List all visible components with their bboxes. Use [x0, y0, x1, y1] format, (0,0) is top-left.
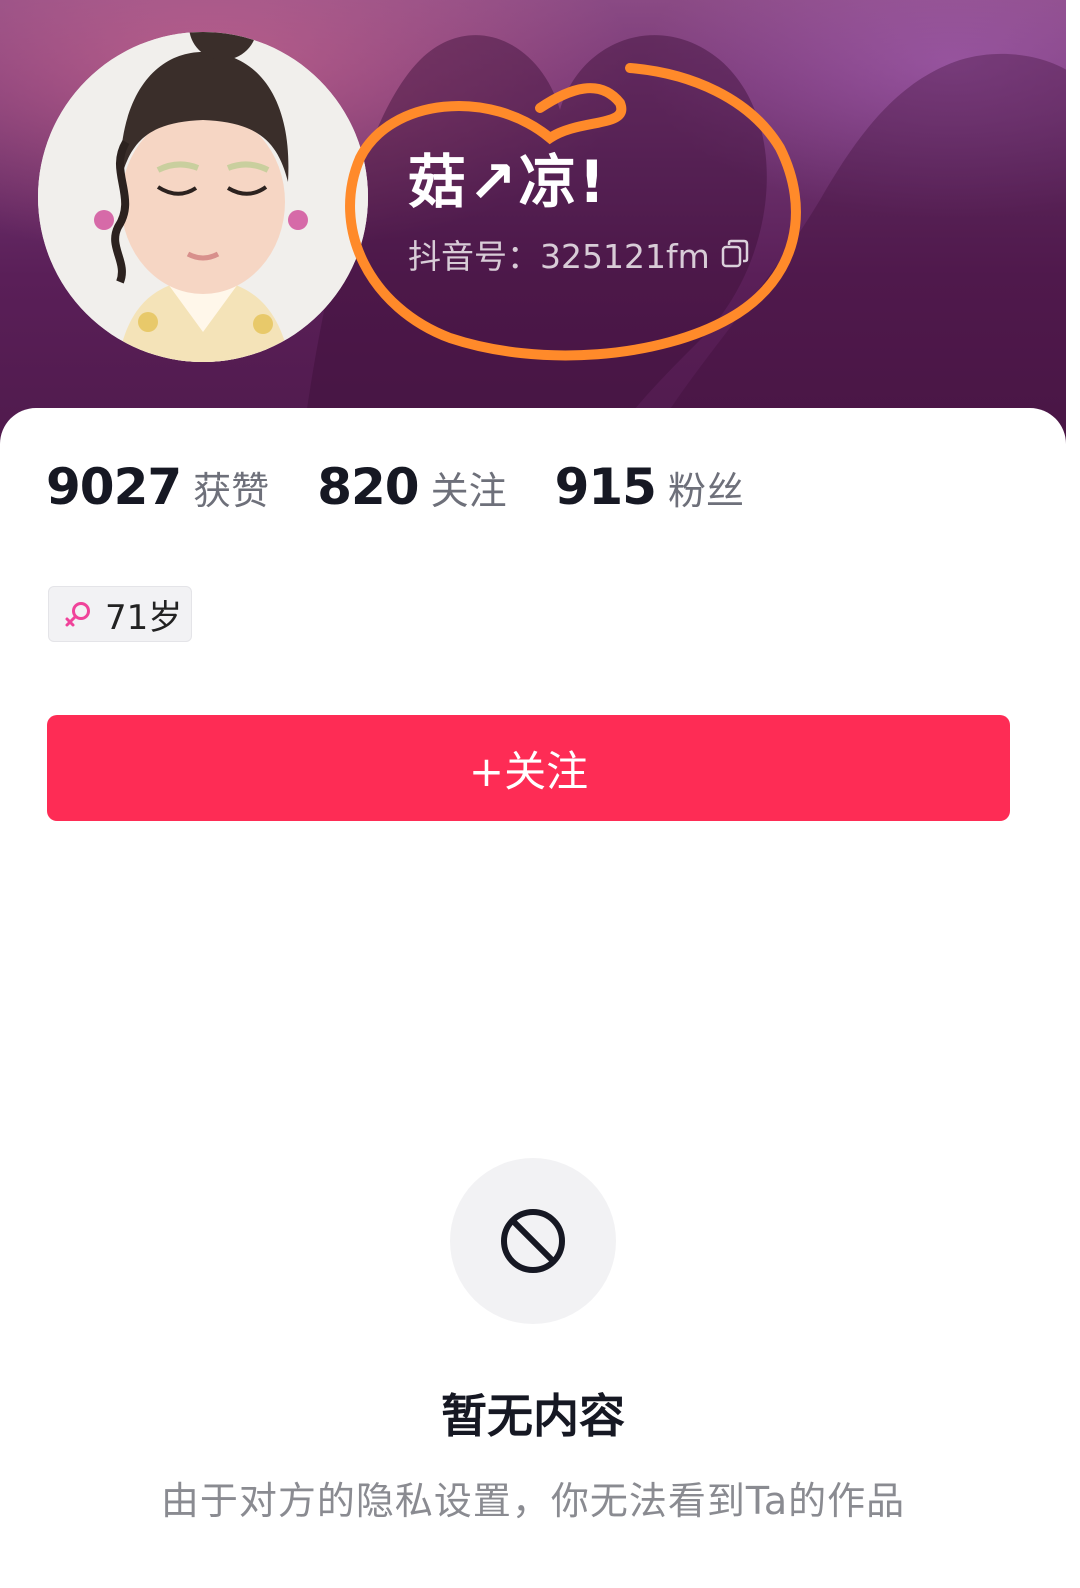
avatar-image: [38, 32, 368, 362]
copy-icon[interactable]: [720, 239, 750, 269]
stat-label: 粉丝: [667, 469, 744, 513]
right-edge: [1066, 0, 1080, 1588]
stat-label: 获赞: [193, 469, 270, 513]
blocked-icon: [501, 1209, 565, 1273]
douyin-id: 抖音号：325121fm: [408, 237, 710, 276]
stat-likes[interactable]: 9027 获赞: [46, 458, 269, 516]
stat-value: 820: [317, 458, 419, 516]
empty-state-description: 由于对方的隐私设置，你无法看到Ta的作品: [160, 1479, 906, 1523]
empty-state-icon-container: [450, 1158, 616, 1324]
female-icon: [63, 599, 93, 629]
avatar[interactable]: [38, 32, 368, 362]
nickname: 菇↗凉!: [408, 148, 608, 216]
age-gender-tag: 71岁: [48, 586, 192, 642]
age-text: 71岁: [105, 597, 183, 638]
stat-followers[interactable]: 915 粉丝: [555, 458, 744, 516]
stat-value: 9027: [46, 458, 182, 516]
stat-label: 关注: [430, 469, 507, 513]
profile-stats: 9027 获赞 820 关注 915 粉丝: [46, 452, 792, 522]
follow-button[interactable]: +关注: [47, 715, 1010, 821]
douyin-id-row[interactable]: 抖音号：325121fm: [408, 232, 750, 276]
empty-state-title: 暂无内容: [441, 1389, 625, 1443]
stat-value: 915: [554, 458, 657, 516]
stat-following[interactable]: 820 关注: [317, 458, 506, 516]
